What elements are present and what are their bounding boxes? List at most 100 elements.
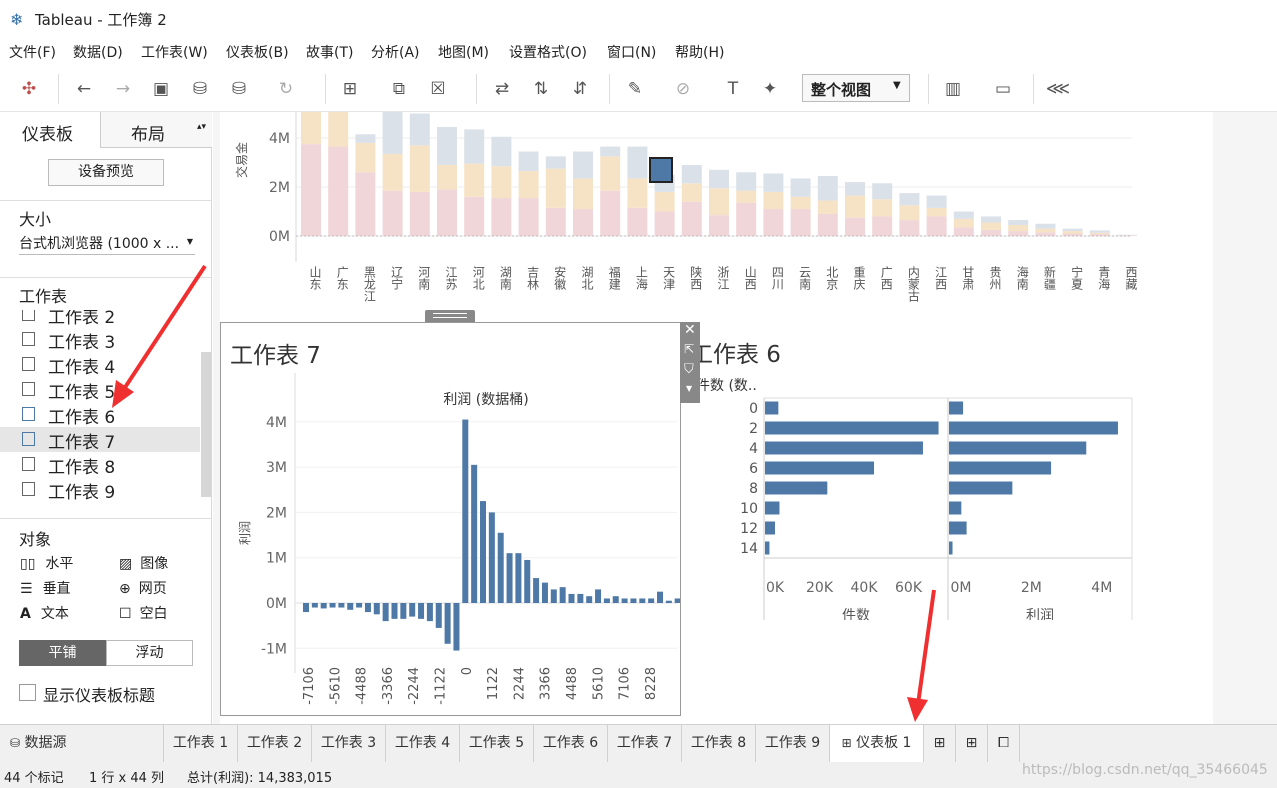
x-tick-label: 广西 <box>879 266 893 290</box>
size-select[interactable]: 台式机浏览器 (1000 x ... ▼ <box>19 233 195 255</box>
floating-button[interactable]: 浮动 <box>106 640 193 666</box>
new-sheet-icon[interactable]: ⊞ <box>337 76 363 102</box>
share-icon[interactable]: ⋘ <box>1045 76 1071 102</box>
sheet-item-3[interactable]: 工作表 3 <box>0 327 200 353</box>
view-size-select[interactable]: 整个视图 ▼ <box>802 74 910 102</box>
show-title-checkbox[interactable] <box>19 684 36 701</box>
tab-sheet-8[interactable]: 工作表 8 <box>682 725 756 762</box>
bar-count <box>765 421 939 435</box>
highlight-icon[interactable]: ✎ <box>622 76 648 102</box>
sort-asc-icon[interactable]: ⇅ <box>528 76 554 102</box>
tab-dashboard-1[interactable]: ⊞ 仪表板 1 <box>830 725 924 762</box>
swap-icon[interactable]: ⇄ <box>489 76 515 102</box>
bar-segment <box>328 112 349 147</box>
group-icon[interactable]: ⊘ <box>670 76 696 102</box>
tableau-home-icon[interactable]: ✣ <box>16 76 42 102</box>
bar <box>577 593 584 603</box>
redo-icon[interactable]: → <box>110 76 136 102</box>
device-preview-button[interactable]: 设备预览 <box>48 159 164 186</box>
y-axis-label: 交易金 <box>234 142 249 178</box>
undo-icon[interactable]: ← <box>71 76 97 102</box>
new-story-tab-icon[interactable]: ⧠ <box>988 725 1020 762</box>
sheet-item-5[interactable]: 工作表 5 <box>0 377 200 403</box>
tab-datasource[interactable]: ⛁ 数据源 <box>0 725 164 762</box>
pin-icon[interactable]: ✦ <box>757 76 783 102</box>
bar <box>533 578 540 603</box>
tab-label: 工作表 6 <box>542 735 599 751</box>
tab-layout[interactable]: 布局 ▴▾ <box>100 112 212 148</box>
sheet-icon <box>22 357 35 371</box>
close-icon[interactable]: ✕ <box>684 322 696 338</box>
tab-dashboard[interactable]: 仪表板 <box>0 112 100 148</box>
object-webpage[interactable]: ⊕ 网页 <box>119 578 167 598</box>
save-icon[interactable]: ▣ <box>148 76 174 102</box>
sheet-item-7[interactable]: 工作表 7 <box>0 427 200 453</box>
chevron-down-icon: ▼ <box>186 237 193 246</box>
province-stacked-bar-chart[interactable]: 交易金 4M 2M 0M 山东 广东 黑龙江 辽宁 河南 江苏 河北 湖南 吉林 安徽 湖北 福建 上海 天津 陕西… <box>220 112 1213 312</box>
x-tick-label: 黑龙江 <box>362 266 376 302</box>
bar-segment <box>382 190 403 236</box>
menu-dashboard[interactable]: 仪表板(B) <box>226 42 289 62</box>
tab-sheet-3[interactable]: 工作表 3 <box>312 725 386 762</box>
object-horizontal[interactable]: ▯▯ 水平 <box>20 553 73 573</box>
clear-sheet-icon[interactable]: ☒ <box>425 76 451 102</box>
object-image[interactable]: ▨ 图像 <box>119 553 168 573</box>
object-text[interactable]: A 文本 <box>20 603 69 623</box>
bar-segment <box>518 151 539 172</box>
object-vertical[interactable]: ☰ 垂直 <box>20 578 71 598</box>
show-me-icon[interactable]: ▥ <box>940 76 966 102</box>
sheet7-move-handle[interactable] <box>425 310 475 322</box>
sheet-item-6[interactable]: 工作表 6 <box>0 402 200 428</box>
sheet-item-8[interactable]: 工作表 8 <box>0 452 200 478</box>
goto-sheet-icon[interactable]: ⇱ <box>684 342 694 356</box>
floating-label: 浮动 <box>135 645 164 661</box>
sheet7-panel[interactable]: 工作表 7 利润 (数据桶) 4M 3M 2M 1M 0M -1M 利润 -7106 -5610-… <box>220 322 681 716</box>
tab-sheet-6[interactable]: 工作表 6 <box>534 725 608 762</box>
tab-sheet-4[interactable]: 工作表 4 <box>386 725 460 762</box>
filter-icon[interactable]: ⛉ <box>684 362 694 377</box>
menu-help[interactable]: 帮助(H) <box>675 42 724 62</box>
new-dashboard-tab-icon[interactable]: ⊞ <box>956 725 988 762</box>
tab-sheet-7[interactable]: 工作表 7 <box>608 725 682 762</box>
sheet-item-2[interactable]: 工作表 2 <box>0 310 200 328</box>
x-tick-label: -7106 <box>302 667 317 705</box>
tab-sheet-2[interactable]: 工作表 2 <box>238 725 312 762</box>
more-options-icon[interactable]: ▼ <box>686 384 692 393</box>
object-blank[interactable]: ☐ 空白 <box>119 603 168 623</box>
refresh-icon[interactable]: ↻ <box>273 76 299 102</box>
bar <box>648 598 655 603</box>
menu-story[interactable]: 故事(T) <box>306 42 353 62</box>
sheet6-chart[interactable]: 件数 (数.. 0 2 4 6 8 10 12 14 0K 20K 40K 60K 件数 0M 2M 4M 利润 <box>680 370 1140 620</box>
pause-update-icon[interactable]: ⛁ <box>226 76 252 102</box>
sheet7-chart[interactable]: 利润 (数据桶) 4M 3M 2M 1M 0M -1M 利润 -7106 -5610 -4488 -3… <box>221 373 680 713</box>
sheet-item-9[interactable]: 工作表 9 <box>0 477 200 502</box>
tab-sheet-9[interactable]: 工作表 9 <box>756 725 830 762</box>
menu-worksheet[interactable]: 工作表(W) <box>141 42 208 62</box>
menu-format[interactable]: 设置格式(O) <box>509 42 587 62</box>
label-icon[interactable]: T <box>720 76 746 102</box>
y-tick-label: 2M <box>266 505 287 521</box>
menu-data[interactable]: 数据(D) <box>73 42 123 62</box>
sort-desc-icon[interactable]: ⇵ <box>567 76 593 102</box>
presentation-icon[interactable]: ▭ <box>990 76 1016 102</box>
row-label: 0 <box>749 401 758 417</box>
sheet-item-4[interactable]: 工作表 4 <box>0 352 200 378</box>
menu-analysis[interactable]: 分析(A) <box>371 42 420 62</box>
menu-file[interactable]: 文件(F) <box>9 42 56 62</box>
menu-map[interactable]: 地图(M) <box>438 42 489 62</box>
bar <box>426 603 433 622</box>
x-tick-label: 8228 <box>644 667 659 700</box>
bar-segment <box>627 146 648 179</box>
y-tick-label: 2M <box>269 180 290 196</box>
menu-window[interactable]: 窗口(N) <box>607 42 656 62</box>
x-tick-label: 4M <box>1091 580 1112 596</box>
tiled-button[interactable]: 平铺 <box>19 640 106 666</box>
duplicate-sheet-icon[interactable]: ⧉ <box>386 76 412 102</box>
tab-sheet-1[interactable]: 工作表 1 <box>164 725 238 762</box>
tab-sheet-5[interactable]: 工作表 5 <box>460 725 534 762</box>
updown-icon: ▴▾ <box>197 122 207 132</box>
new-worksheet-tab-icon[interactable]: ⊞ <box>924 725 956 762</box>
new-datasource-icon[interactable]: ⛁ <box>187 76 213 102</box>
sheets-scrollbar[interactable] <box>201 352 211 497</box>
sheet-label: 工作表 3 <box>48 333 116 353</box>
